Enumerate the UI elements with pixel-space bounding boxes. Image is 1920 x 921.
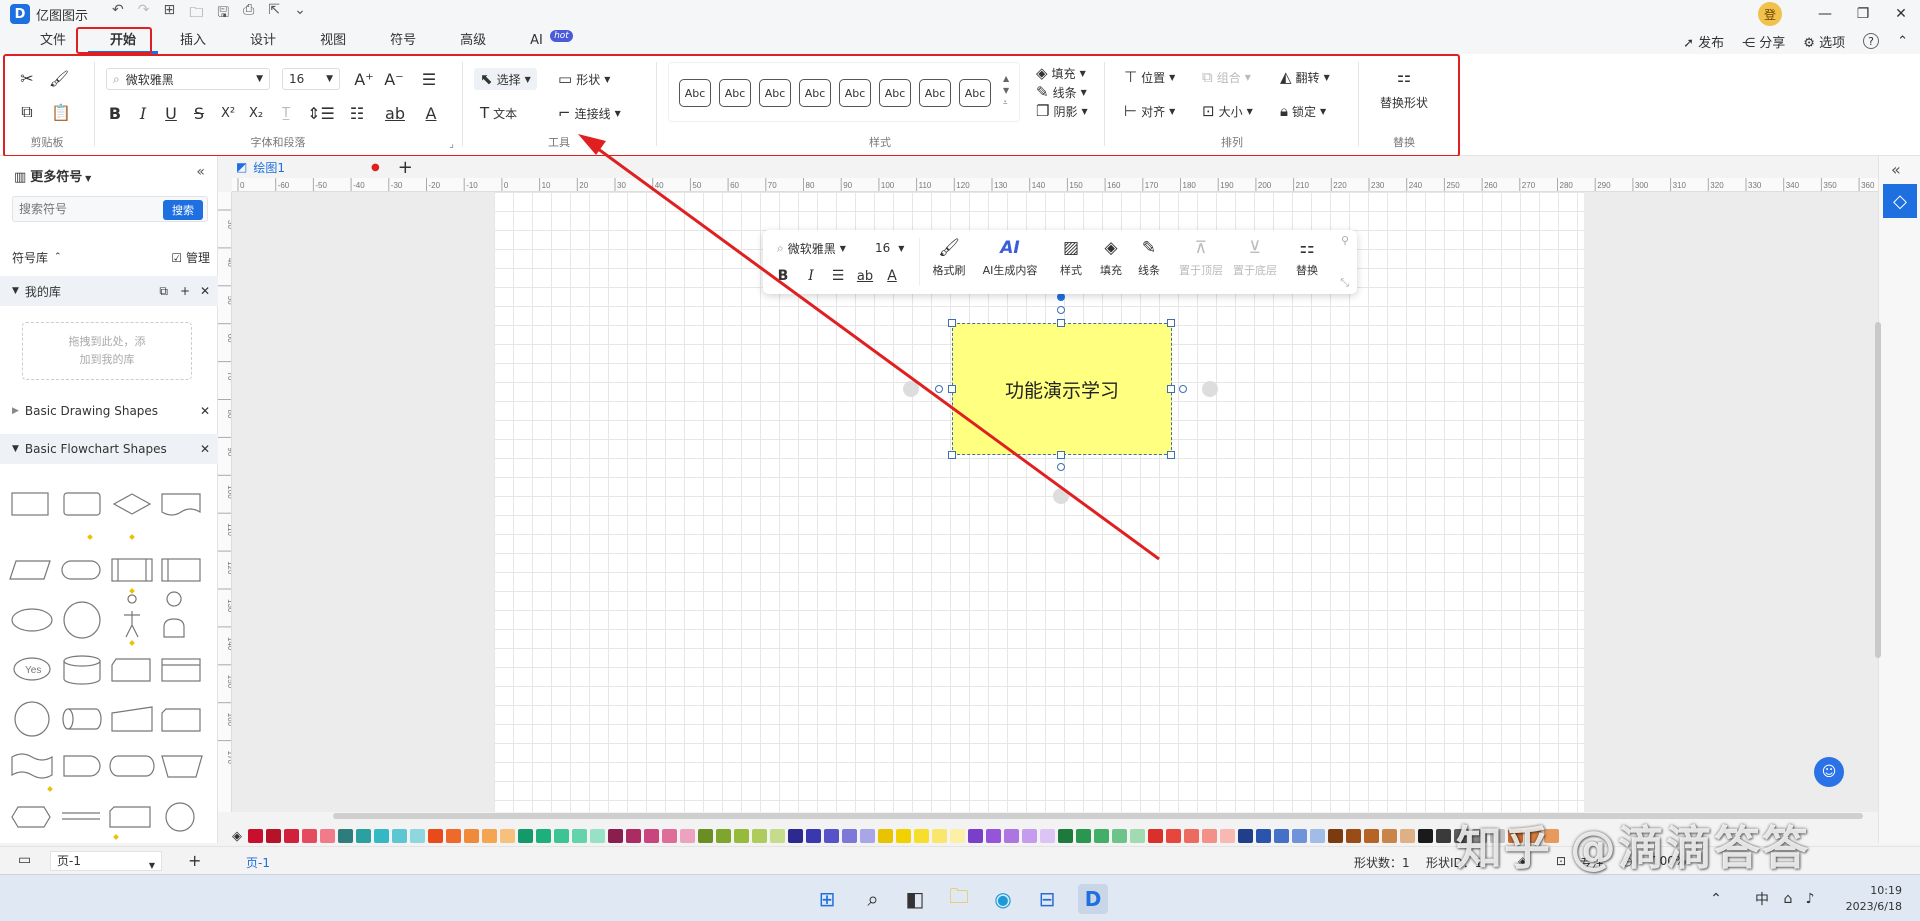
color-swatch[interactable] bbox=[1130, 829, 1145, 843]
color-swatch[interactable] bbox=[662, 829, 677, 843]
start-menu-icon[interactable]: ⊞ bbox=[812, 884, 842, 914]
shape-count: 形状数：1 bbox=[1354, 856, 1410, 870]
color-swatch[interactable] bbox=[1112, 829, 1127, 843]
color-swatch[interactable] bbox=[500, 829, 515, 843]
color-swatch[interactable] bbox=[464, 829, 479, 843]
color-swatch[interactable] bbox=[1292, 829, 1307, 843]
color-swatch[interactable] bbox=[824, 829, 839, 843]
color-swatch[interactable] bbox=[986, 829, 1001, 843]
color-swatch[interactable] bbox=[302, 829, 317, 843]
network-icon[interactable]: ⌂ bbox=[1778, 884, 1798, 914]
tray-chevron-icon[interactable]: ⌃ bbox=[1706, 884, 1726, 914]
color-swatch[interactable] bbox=[1076, 829, 1091, 843]
right-side-panel: « ◇ bbox=[1878, 156, 1920, 843]
color-swatch[interactable] bbox=[1364, 829, 1379, 843]
color-swatch[interactable] bbox=[680, 829, 695, 843]
color-swatch[interactable] bbox=[1166, 829, 1181, 843]
color-swatch[interactable] bbox=[1094, 829, 1109, 843]
color-swatch[interactable] bbox=[1400, 829, 1415, 843]
page-tab[interactable]: 页-1 bbox=[246, 854, 270, 871]
annotation-arrow bbox=[578, 134, 1160, 561]
color-swatch[interactable] bbox=[1004, 829, 1019, 843]
fill-bucket-icon[interactable]: ◈ bbox=[232, 829, 242, 844]
color-swatch[interactable] bbox=[860, 829, 875, 843]
file-explorer-icon[interactable]: 🗀 bbox=[944, 884, 974, 914]
color-swatch[interactable] bbox=[410, 829, 425, 843]
page-select[interactable]: 页-1 ▼ bbox=[50, 851, 162, 871]
page-view-icon[interactable]: ▭ bbox=[18, 852, 31, 868]
edge-browser-icon[interactable]: ◉ bbox=[988, 884, 1018, 914]
expand-right-panel-icon[interactable]: « bbox=[1891, 160, 1901, 179]
color-swatch[interactable] bbox=[1274, 829, 1289, 843]
color-swatch[interactable] bbox=[284, 829, 299, 843]
windows-taskbar: ⊞ ⌕ ◧ 🗀 ◉ ⊟ D ⌃ 中 ⌂ ♪ 10:19 2023/6/18 bbox=[0, 874, 1920, 921]
volume-icon[interactable]: ♪ bbox=[1800, 884, 1820, 914]
color-swatch[interactable] bbox=[806, 829, 821, 843]
color-swatch[interactable] bbox=[518, 829, 533, 843]
chevron-down-icon: ▼ bbox=[148, 861, 155, 870]
color-swatch[interactable] bbox=[320, 829, 335, 843]
color-swatch[interactable] bbox=[932, 829, 947, 843]
color-swatch[interactable] bbox=[608, 829, 623, 843]
color-swatch[interactable] bbox=[842, 829, 857, 843]
color-swatch[interactable] bbox=[482, 829, 497, 843]
color-swatch[interactable] bbox=[626, 829, 641, 843]
color-swatch[interactable] bbox=[1328, 829, 1343, 843]
color-swatch[interactable] bbox=[644, 829, 659, 843]
color-swatch[interactable] bbox=[1148, 829, 1163, 843]
add-page-button[interactable]: + bbox=[188, 851, 201, 870]
color-swatch[interactable] bbox=[914, 829, 929, 843]
color-swatch[interactable] bbox=[536, 829, 551, 843]
color-swatch[interactable] bbox=[590, 829, 605, 843]
color-swatch[interactable] bbox=[1310, 829, 1325, 843]
color-swatch[interactable] bbox=[1184, 829, 1199, 843]
color-swatch[interactable] bbox=[698, 829, 713, 843]
color-swatch[interactable] bbox=[266, 829, 281, 843]
color-swatch[interactable] bbox=[878, 829, 893, 843]
color-swatch[interactable] bbox=[248, 829, 263, 843]
color-swatch[interactable] bbox=[392, 829, 407, 843]
color-swatch[interactable] bbox=[734, 829, 749, 843]
color-swatch[interactable] bbox=[1256, 829, 1271, 843]
color-swatch[interactable] bbox=[356, 829, 371, 843]
color-swatch[interactable] bbox=[374, 829, 389, 843]
color-swatch[interactable] bbox=[752, 829, 767, 843]
page-select-value: 页-1 bbox=[57, 854, 81, 868]
store-icon[interactable]: ⊟ bbox=[1032, 884, 1062, 914]
color-swatch[interactable] bbox=[554, 829, 569, 843]
search-icon[interactable]: ⌕ bbox=[858, 884, 888, 914]
color-swatch[interactable] bbox=[788, 829, 803, 843]
color-swatch[interactable] bbox=[1346, 829, 1361, 843]
watermark: 知乎 @滴滴答答 bbox=[1456, 821, 1811, 875]
app-window: { "app": {"logo": "D", "name": "亿图图示", "… bbox=[0, 0, 1920, 921]
ime-indicator[interactable]: 中 bbox=[1750, 884, 1774, 914]
color-swatch[interactable] bbox=[446, 829, 461, 843]
color-swatch[interactable] bbox=[716, 829, 731, 843]
color-swatch[interactable] bbox=[1220, 829, 1235, 843]
color-swatch[interactable] bbox=[1058, 829, 1073, 843]
ai-assistant-icon[interactable]: ☺ bbox=[1814, 757, 1844, 787]
color-swatch[interactable] bbox=[1418, 829, 1433, 843]
clock-time: 10:19 bbox=[1870, 884, 1902, 897]
clock-date: 2023/6/18 bbox=[1845, 900, 1902, 913]
color-swatch[interactable] bbox=[896, 829, 911, 843]
color-swatch[interactable] bbox=[338, 829, 353, 843]
color-swatch[interactable] bbox=[1382, 829, 1397, 843]
edraw-taskbar-icon[interactable]: D bbox=[1078, 884, 1108, 914]
color-swatch[interactable] bbox=[428, 829, 443, 843]
color-swatch[interactable] bbox=[770, 829, 785, 843]
color-swatch[interactable] bbox=[950, 829, 965, 843]
vertical-scrollbar[interactable] bbox=[1875, 322, 1881, 658]
format-panel-tab-icon[interactable]: ◇ bbox=[1883, 184, 1917, 218]
color-swatch[interactable] bbox=[1022, 829, 1037, 843]
color-swatch[interactable] bbox=[968, 829, 983, 843]
task-view-icon[interactable]: ◧ bbox=[900, 884, 930, 914]
color-swatch[interactable] bbox=[572, 829, 587, 843]
color-swatch[interactable] bbox=[1202, 829, 1217, 843]
color-swatch[interactable] bbox=[1238, 829, 1253, 843]
palette-swatches bbox=[248, 829, 1562, 843]
color-swatch[interactable] bbox=[1436, 829, 1451, 843]
color-swatch[interactable] bbox=[1040, 829, 1055, 843]
clock[interactable]: 10:19 2023/6/18 bbox=[1836, 883, 1902, 915]
